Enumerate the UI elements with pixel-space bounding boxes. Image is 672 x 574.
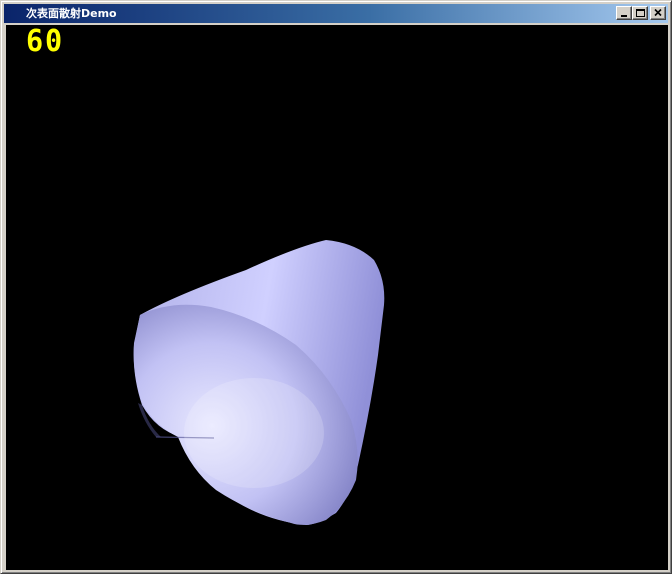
fps-counter: 60 [26, 25, 65, 59]
minimize-icon [621, 15, 627, 17]
close-icon [654, 8, 662, 17]
maximize-icon [636, 9, 645, 17]
maximize-button[interactable] [632, 6, 648, 20]
cone-highlight [184, 378, 324, 488]
app-window: 次表面散射Demo 60 [0, 0, 672, 574]
minimize-button[interactable] [616, 6, 632, 20]
render-viewport[interactable]: 60 [6, 25, 668, 570]
title-bar[interactable]: 次表面散射Demo [4, 4, 668, 23]
app-icon [7, 7, 21, 20]
window-title: 次表面散射Demo [26, 7, 117, 20]
3d-scene [133, 240, 385, 525]
close-button[interactable] [650, 6, 666, 20]
